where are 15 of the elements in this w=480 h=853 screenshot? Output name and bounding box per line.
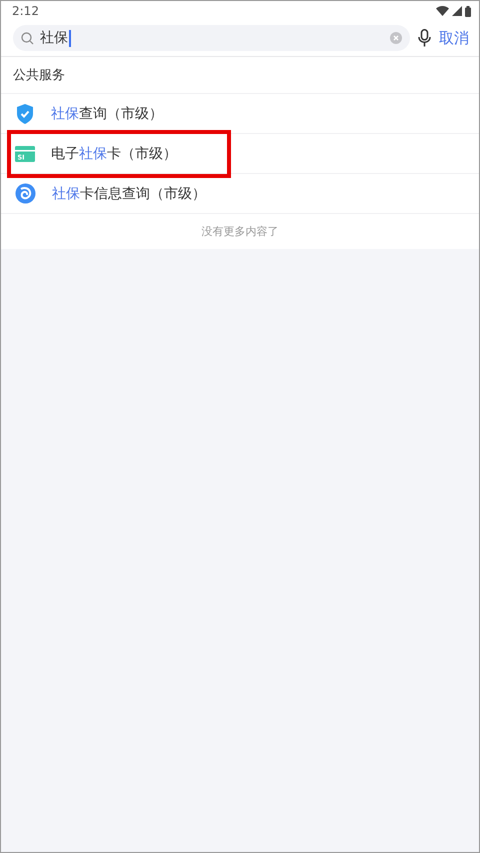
result-item[interactable]: 社保卡信息查询（市级）: [52, 184, 206, 202]
microphone-icon[interactable]: [418, 29, 431, 47]
result-item[interactable]: 社保查询（市级）: [51, 104, 163, 122]
search-icon: [21, 32, 34, 44]
end-of-list-text: 没有更多内容了: [200, 224, 280, 240]
signal-icon: [452, 6, 462, 16]
status-time: 2:12: [12, 4, 39, 18]
search-field[interactable]: 社保: [13, 25, 410, 51]
battery-icon: [465, 6, 471, 16]
result-item[interactable]: 电子社保卡（市级）: [51, 144, 177, 162]
section-title: 公共服务: [1, 57, 479, 94]
wifi-icon: [436, 6, 449, 16]
cancel-button[interactable]: 取消: [439, 28, 469, 48]
swirl-icon: [15, 183, 36, 204]
shield-icon: [15, 102, 35, 124]
